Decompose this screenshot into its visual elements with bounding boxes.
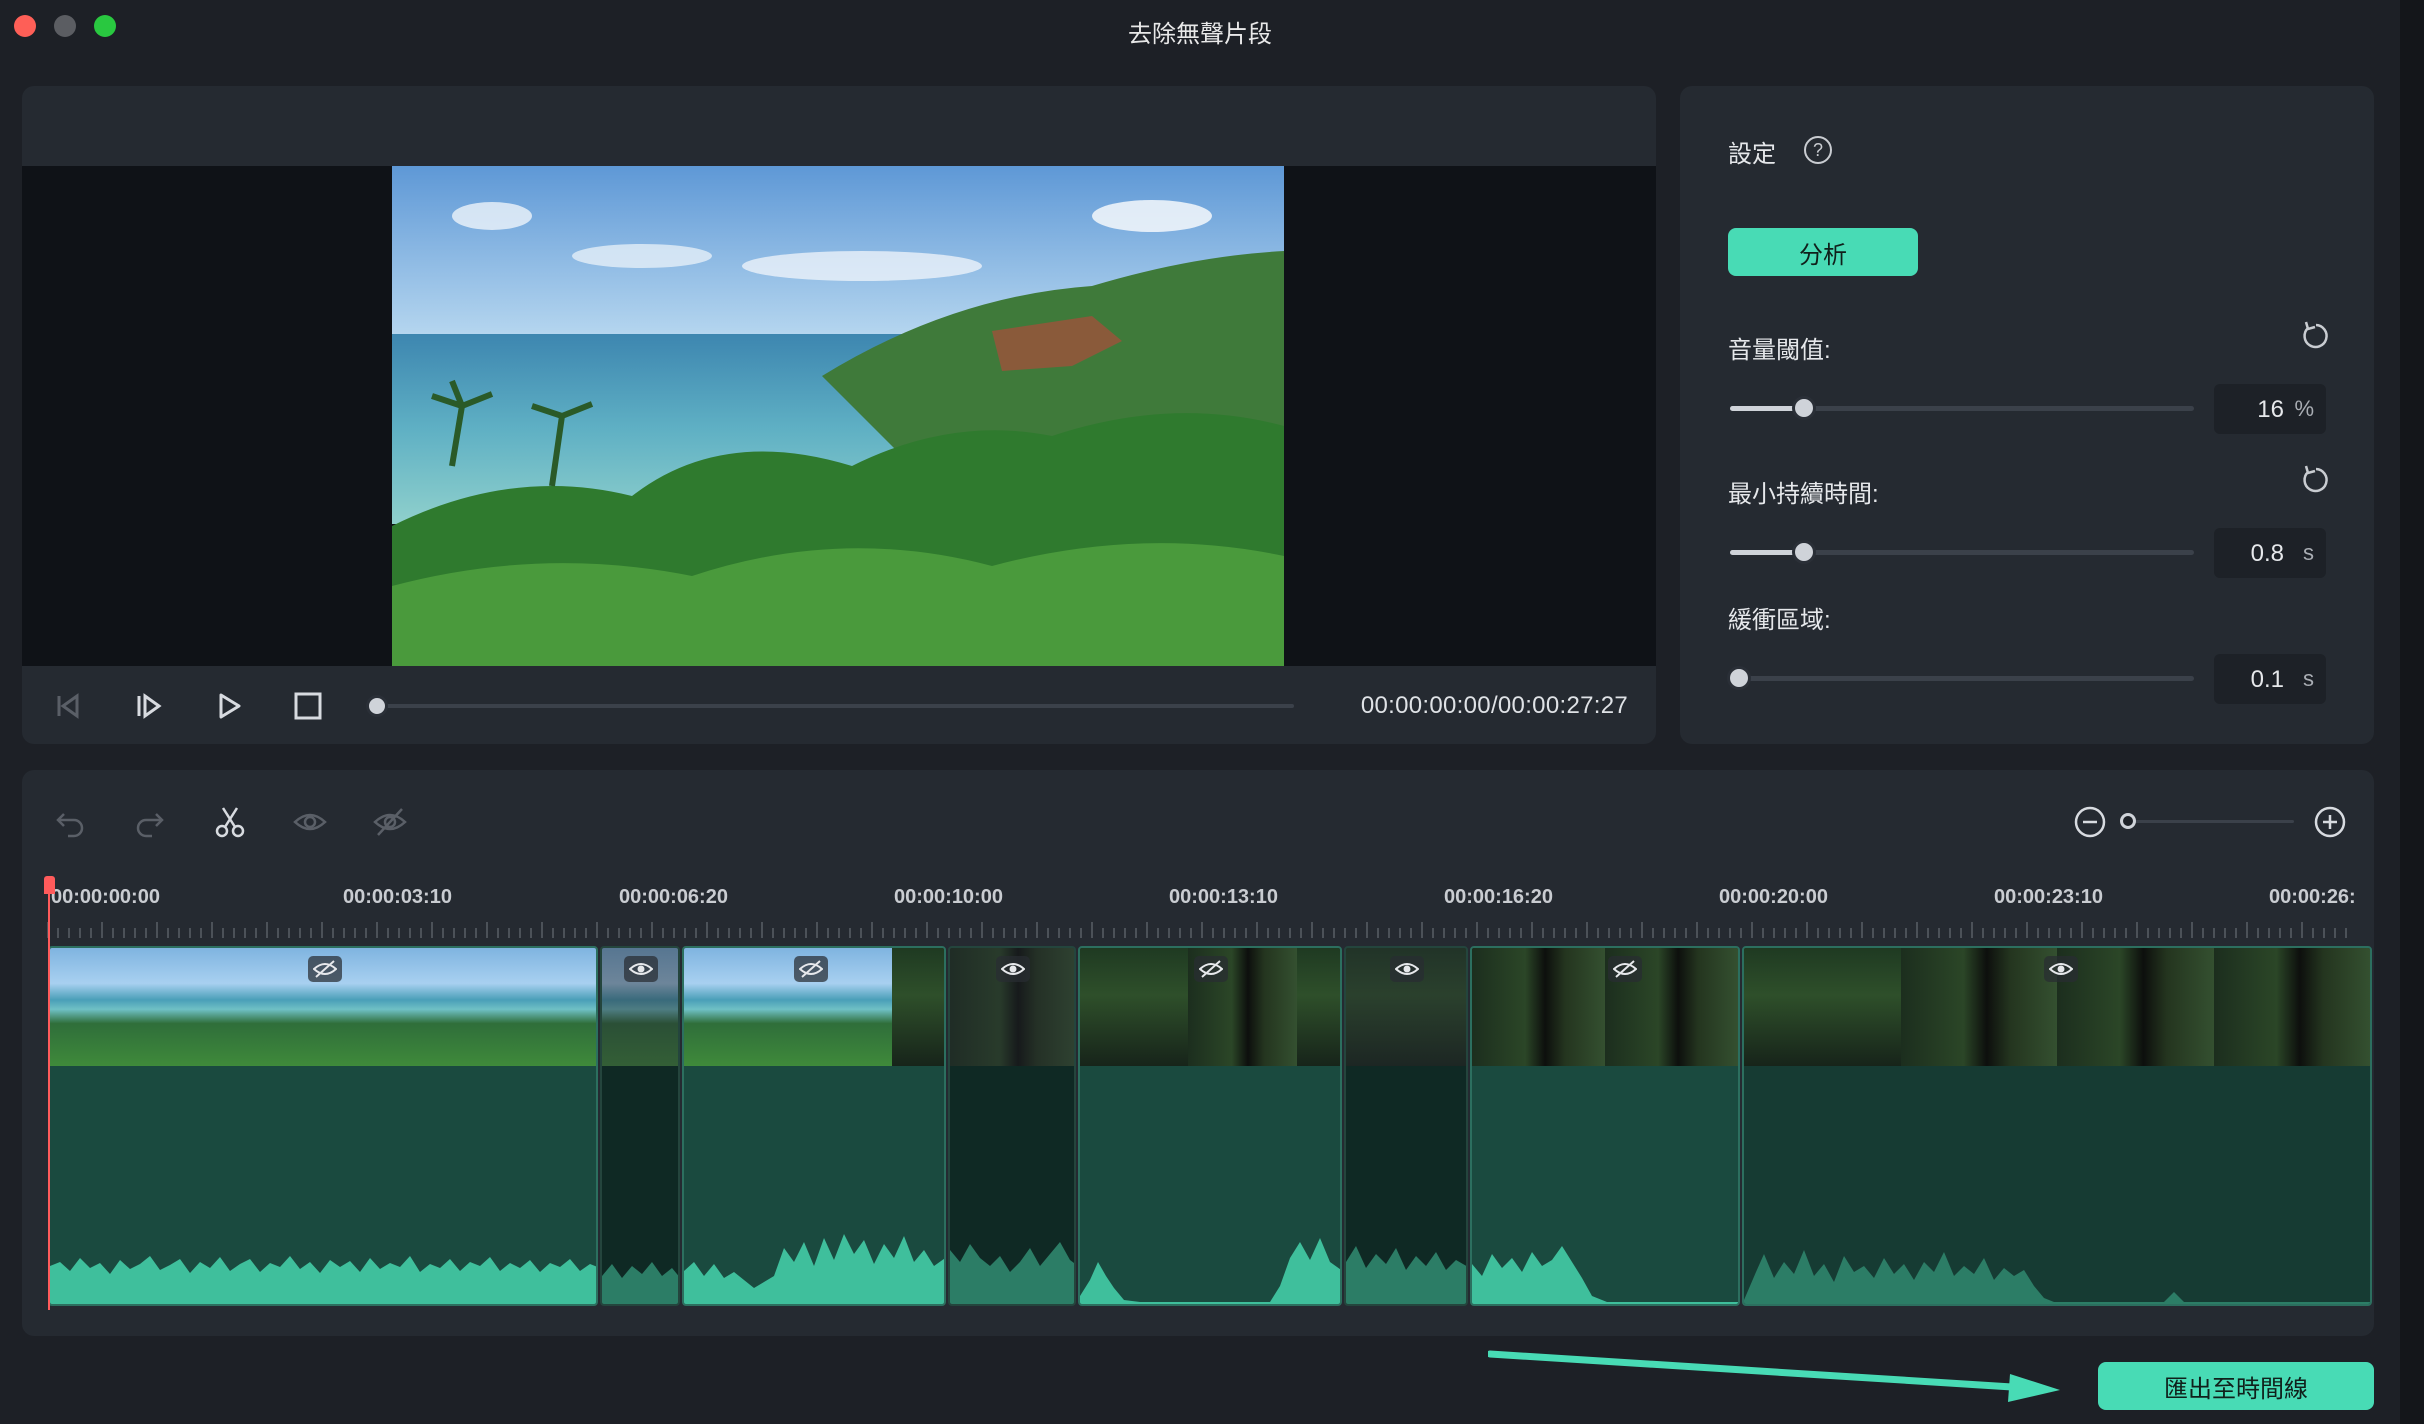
- unit-text: s: [2303, 540, 2314, 565]
- ruler-label: 00:00:10:00: [894, 886, 1003, 908]
- unit-text: %: [2294, 396, 2314, 421]
- ruler-label: 00:00:26:: [2269, 886, 2356, 908]
- zoom-in-icon[interactable]: [2308, 800, 2352, 844]
- audio-waveform: [684, 1066, 944, 1304]
- ruler-label: 00:00:23:10: [1994, 886, 2103, 908]
- silent-clip[interactable]: [600, 946, 680, 1306]
- play-button[interactable]: [208, 686, 248, 726]
- ruler-label: 00:00:13:10: [1169, 886, 1278, 908]
- eye-off-icon[interactable]: [1194, 956, 1228, 982]
- slider-handle[interactable]: [1792, 540, 1816, 564]
- stop-button[interactable]: [288, 686, 328, 726]
- unit-text: s: [2303, 666, 2314, 691]
- window-edge: [2400, 0, 2424, 1424]
- volume-threshold-slider[interactable]: [1730, 396, 2194, 420]
- min-duration-label: 最小持續時間:: [1728, 481, 1879, 508]
- buffer-zone-input[interactable]: 0.1 s: [2214, 654, 2326, 704]
- next-frame-button[interactable]: [128, 686, 168, 726]
- kept-clip[interactable]: [682, 946, 946, 1306]
- buffer-zone-slider[interactable]: [1727, 666, 2194, 690]
- ruler-label: 00:00:00:00: [51, 886, 160, 908]
- silent-clip[interactable]: [1344, 946, 1468, 1306]
- eye-icon[interactable]: [996, 956, 1030, 982]
- redo-icon[interactable]: [128, 800, 172, 844]
- audio-waveform: [1346, 1066, 1466, 1304]
- kept-clip[interactable]: [1470, 946, 1740, 1306]
- video-preview: [392, 166, 1284, 666]
- eye-icon[interactable]: [288, 800, 332, 844]
- value-text: 0.1: [2250, 666, 2284, 693]
- time-ruler[interactable]: 00:00:00:00 00:00:03:10 00:00:06:20 00:0…: [47, 870, 2367, 938]
- playhead[interactable]: [48, 878, 50, 1310]
- volume-threshold-input[interactable]: 16 %: [2214, 384, 2326, 434]
- min-duration-slider[interactable]: [1730, 540, 2194, 564]
- video-stage: [22, 166, 1656, 666]
- eye-off-icon[interactable]: [368, 800, 412, 844]
- timeline-panel: 00:00:00:00 00:00:03:10 00:00:06:20 00:0…: [22, 770, 2374, 1336]
- settings-panel: 設定 ? 分析 音量閾值: 16 % 最小持續時間: 0.8 s 緩衝區域: 0…: [1680, 86, 2374, 744]
- zoom-slider-handle[interactable]: [2120, 813, 2136, 829]
- kept-clip[interactable]: [48, 946, 598, 1306]
- buffer-zone-label: 緩衝區域:: [1728, 607, 1831, 634]
- eye-off-icon[interactable]: [308, 956, 342, 982]
- audio-waveform: [50, 1066, 596, 1304]
- annotation-arrow-icon: [1488, 1350, 2060, 1402]
- audio-waveform: [1080, 1066, 1340, 1304]
- min-duration-input[interactable]: 0.8 s: [2214, 528, 2326, 578]
- ruler-ticks: [47, 922, 2347, 938]
- eye-off-icon[interactable]: [794, 956, 828, 982]
- audio-waveform: [950, 1066, 1074, 1304]
- window-title: 去除無聲片段: [1128, 21, 1272, 48]
- value-text: 0.8: [2250, 540, 2284, 567]
- audio-waveform: [1744, 1066, 2370, 1304]
- previous-frame-button[interactable]: [48, 686, 88, 726]
- undo-icon[interactable]: [48, 800, 92, 844]
- ruler-label: 00:00:20:00: [1719, 886, 1828, 908]
- eye-icon[interactable]: [2044, 956, 2078, 982]
- scrubber-handle[interactable]: [366, 695, 388, 717]
- audio-waveform: [602, 1066, 678, 1304]
- title-bar: 去除無聲片段: [0, 0, 2400, 58]
- clip-thumbnails: [1472, 948, 1738, 1066]
- help-icon[interactable]: ?: [1804, 136, 1832, 164]
- timecode-readout: 00:00:00:00/00:00:27:27: [1360, 692, 1628, 719]
- playback-scrubber[interactable]: [366, 695, 1294, 717]
- eye-icon[interactable]: [1390, 956, 1424, 982]
- reset-icon[interactable]: [2298, 318, 2334, 354]
- zoom-out-icon[interactable]: [2068, 800, 2112, 844]
- export-to-timeline-button[interactable]: 匯出至時間線: [2098, 1362, 2374, 1410]
- scissors-icon[interactable]: [208, 800, 252, 844]
- ruler-label: 00:00:16:20: [1444, 886, 1553, 908]
- slider-handle[interactable]: [1727, 666, 1751, 690]
- analyze-button[interactable]: 分析: [1728, 228, 1918, 276]
- slider-handle[interactable]: [1792, 396, 1816, 420]
- eye-off-icon[interactable]: [1608, 956, 1642, 982]
- settings-title: 設定: [1728, 141, 1776, 168]
- silent-clip[interactable]: [948, 946, 1076, 1306]
- ruler-label: 00:00:06:20: [619, 886, 728, 908]
- kept-clip[interactable]: [1742, 946, 2372, 1306]
- reset-icon[interactable]: [2298, 462, 2334, 498]
- ruler-label: 00:00:03:10: [343, 886, 452, 908]
- playback-controls: 00:00:00:00/00:00:27:27: [22, 666, 1656, 744]
- preview-panel: 00:00:00:00/00:00:27:27: [22, 86, 1656, 744]
- audio-waveform: [1472, 1066, 1738, 1304]
- volume-threshold-label: 音量閾值:: [1728, 337, 1831, 364]
- playhead-handle[interactable]: [44, 876, 55, 894]
- value-text: 16: [2257, 396, 2284, 423]
- zoom-slider[interactable]: [2120, 813, 2294, 829]
- eye-icon[interactable]: [624, 956, 658, 982]
- kept-clip[interactable]: [1078, 946, 1342, 1306]
